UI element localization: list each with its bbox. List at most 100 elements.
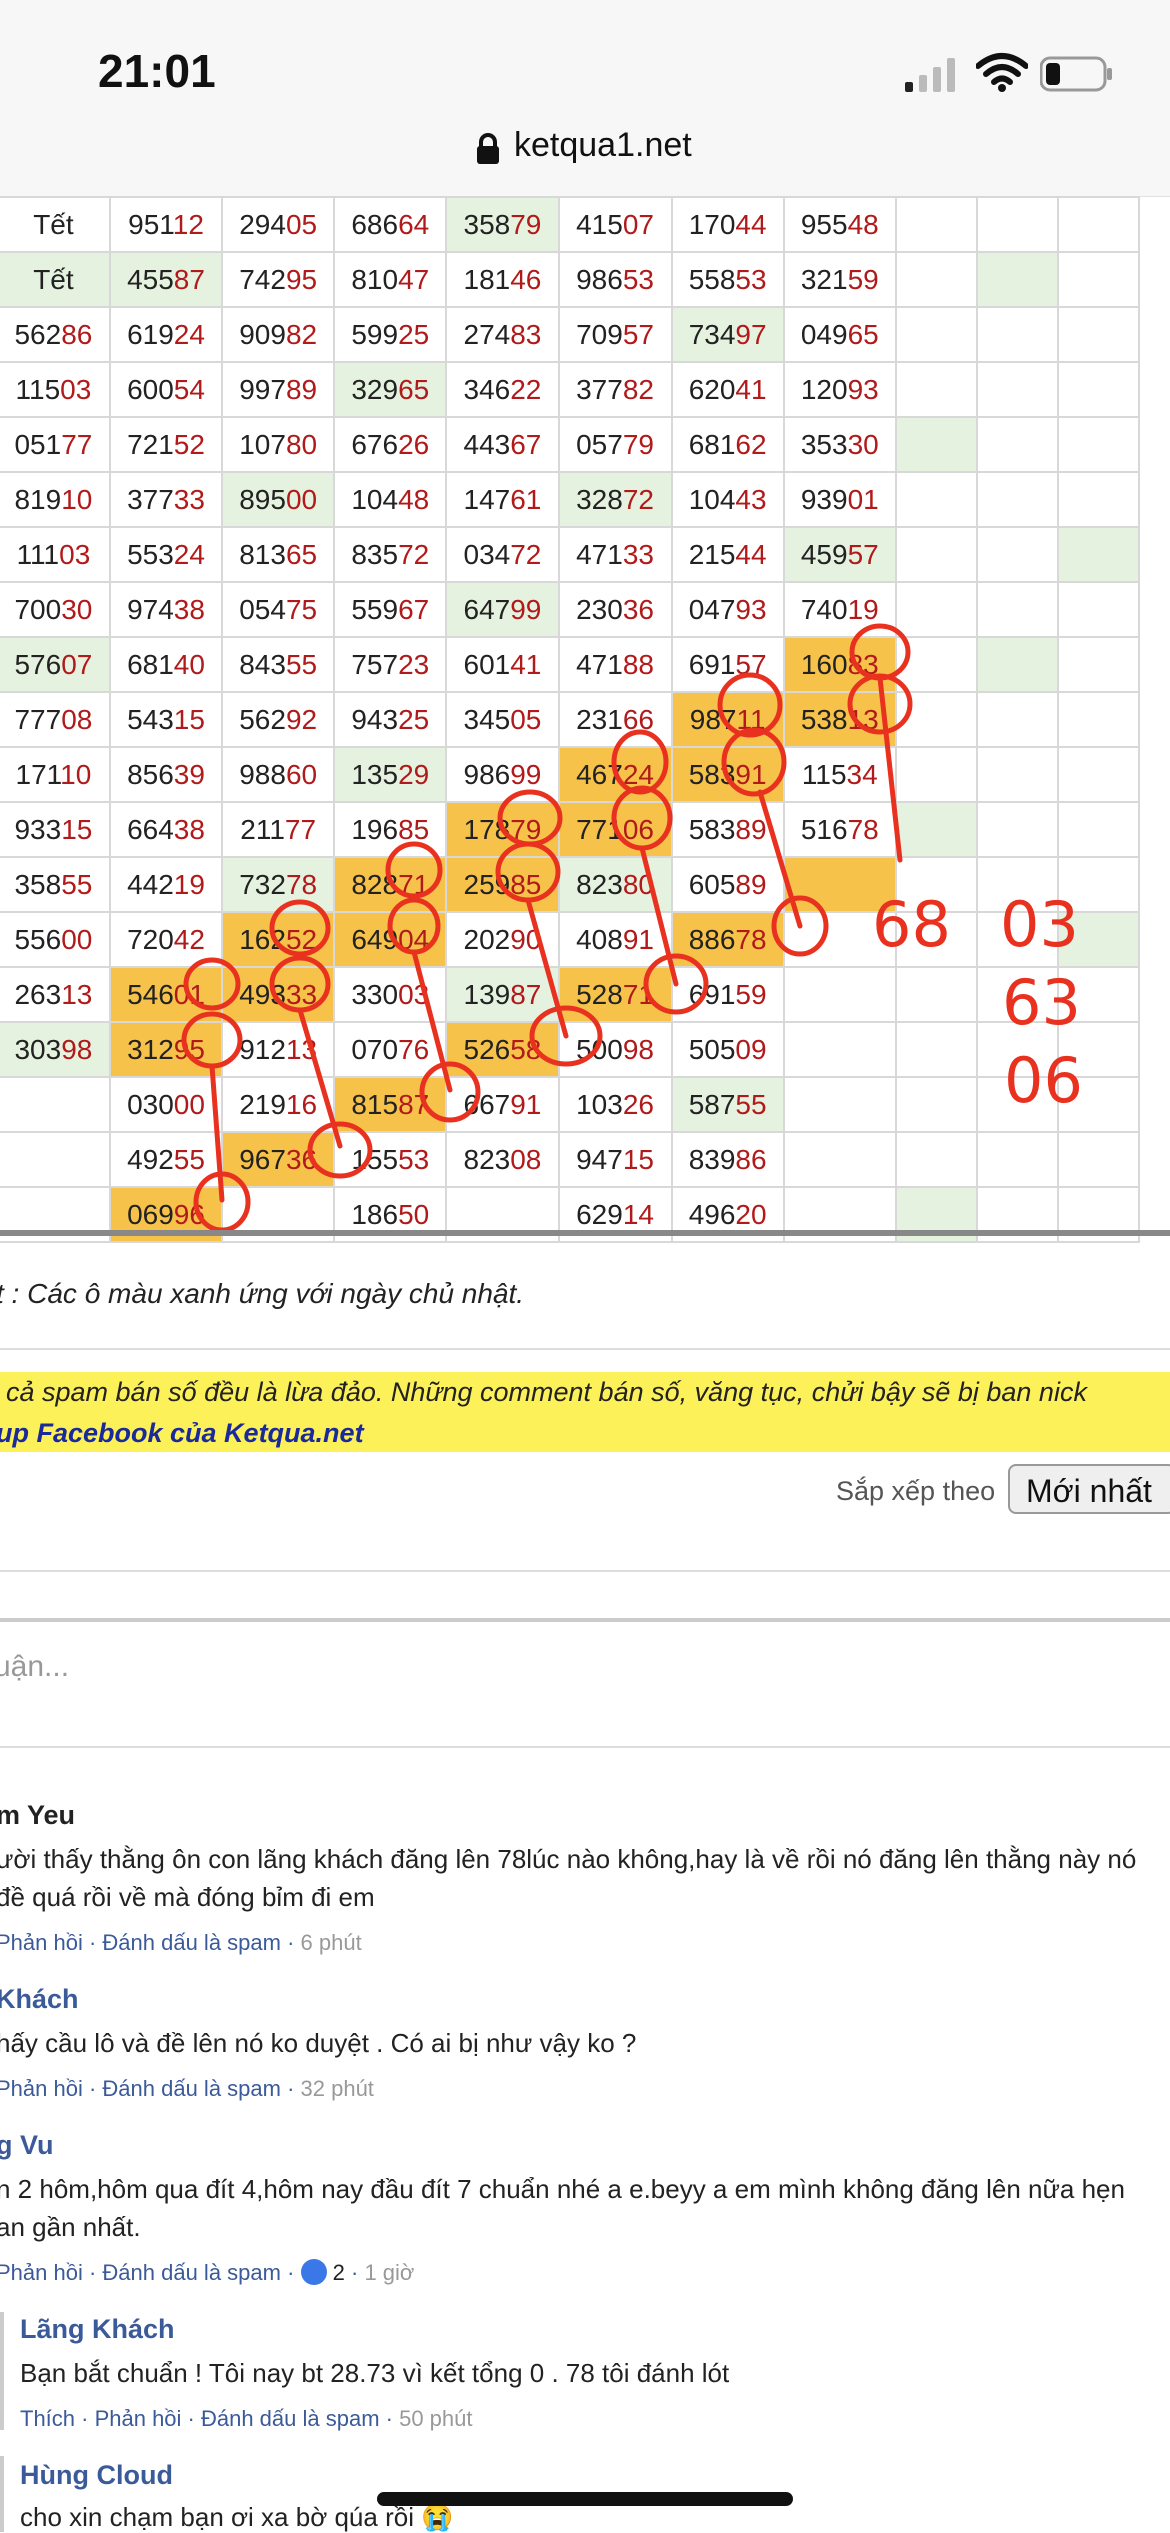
table-cell <box>894 1131 978 1188</box>
table-cell <box>782 1131 897 1188</box>
table-cell: 93901 <box>782 471 897 528</box>
facebook-group-link[interactable]: up Facebook của Ketqua.net <box>0 1418 364 1449</box>
reply-time: 50 phút <box>399 2406 473 2431</box>
table-cell <box>894 801 978 858</box>
table-cell: 97438 <box>108 581 224 638</box>
table-cell: 73497 <box>670 306 785 363</box>
table-row: 30398 31295 91213 07076 52658 50098 50509 <box>0 1021 1141 1078</box>
table-row: 77708 54315 56292 94325 34505 23166 98711 53813 <box>0 691 1141 748</box>
table-cell <box>0 1131 111 1188</box>
table-cell: 82380 <box>557 856 673 913</box>
table-cell: 62041 <box>670 361 785 418</box>
comment-time: 6 phút <box>300 1930 362 1955</box>
table-cell: 53813 <box>782 691 897 748</box>
table-cell: 57607 <box>0 636 111 693</box>
table-cell: 32965 <box>333 361 448 418</box>
table-cell: 99789 <box>221 361 336 418</box>
divider <box>0 1348 1170 1350</box>
table-cell <box>894 691 978 748</box>
lock-icon <box>477 133 499 164</box>
sort-label: Sắp xếp theo <box>836 1476 996 1506</box>
comment-actions[interactable]: Phản hồi · Đánh dấu là spam · 32 phút <box>0 2076 374 2102</box>
table-cell: 51678 <box>782 801 897 858</box>
comment-author[interactable]: g Vu <box>0 2130 54 2161</box>
table-cell: 68140 <box>108 636 224 693</box>
svg-text:63: 63 <box>1002 966 1081 1039</box>
table-cell: 16083 <box>782 636 897 693</box>
table-cell: 03000 <box>108 1076 224 1133</box>
table-cell <box>894 1076 978 1133</box>
comment-author[interactable]: m Yeu <box>0 1800 75 1831</box>
table-cell <box>975 801 1059 858</box>
table-cell: 25985 <box>445 856 560 913</box>
table-cell: 61924 <box>108 306 224 363</box>
signal-icon <box>905 58 955 92</box>
home-indicator[interactable] <box>377 2492 793 2506</box>
table-cell <box>894 306 978 363</box>
table-cell <box>894 581 978 638</box>
table-cell: 66791 <box>445 1076 560 1133</box>
table-cell: 74295 <box>221 251 336 308</box>
comment-input[interactable]: uận... <box>0 1650 69 1684</box>
table-row: 81910 37733 89500 10448 14761 32872 10443 93901 <box>0 471 1141 528</box>
table-cell <box>1056 416 1141 473</box>
table-cell: 58755 <box>670 1076 785 1133</box>
table-row: 26313 54601 49333 33003 13987 52871 69159 <box>0 966 1141 1023</box>
table-cell: 55600 <box>0 911 111 968</box>
divider <box>0 1570 1170 1572</box>
table-cell: 04793 <box>670 581 785 638</box>
table-cell: 94715 <box>557 1131 673 1188</box>
table-cell: 13529 <box>333 746 448 803</box>
table-cell <box>975 471 1059 528</box>
reply-author[interactable]: Lãng Khách <box>20 2314 175 2345</box>
table-cell: 17110 <box>0 746 111 803</box>
like-count: 2 <box>332 2260 345 2285</box>
table-cell: 81910 <box>0 471 111 528</box>
table-cell: 68162 <box>670 416 785 473</box>
table-cell: 83572 <box>333 526 448 583</box>
comment-author[interactable]: Khách <box>0 1984 79 2015</box>
table-cell: 82308 <box>445 1131 560 1188</box>
table-cell: 95112 <box>108 196 224 253</box>
sort-select[interactable]: Mới nhất <box>1008 1464 1170 1514</box>
table-cell: 05779 <box>557 416 673 473</box>
reply-author[interactable]: Hùng Cloud <box>20 2460 173 2491</box>
table-cell <box>894 251 978 308</box>
wifi-icon <box>976 53 1028 92</box>
lottery-table: Tết 95112 29405 68664 35879 41507 17044 95548 Tế… <box>0 196 1141 1243</box>
table-row: 93315 66438 21177 19685 17879 77106 58389 51678 <box>0 801 1141 858</box>
table-cell: 98653 <box>557 251 673 308</box>
table-cell: 20290 <box>445 911 560 968</box>
table-cell: 66438 <box>108 801 224 858</box>
table-cell: 95548 <box>782 196 897 253</box>
url-text[interactable]: ketqua1.net <box>514 126 692 165</box>
table-cell: 14761 <box>445 471 560 528</box>
reply-actions[interactable]: Thích · Phản hồi · Đánh dấu là spam · 50… <box>20 2406 473 2432</box>
comment-actions[interactable]: Phản hồi · Đánh dấu là spam · 2 · 1 giờ <box>0 2259 414 2287</box>
table-cell <box>894 636 978 693</box>
annotation-right: 03 63 06 <box>1000 888 1083 1117</box>
table-cell: 35855 <box>0 856 111 913</box>
table-cell <box>782 1076 897 1133</box>
table-cell: 69157 <box>670 636 785 693</box>
reply-text: Bạn bắt chuẩn ! Tôi nay bt 28.73 vì kết … <box>20 2358 730 2388</box>
table-cell: 49255 <box>108 1131 224 1188</box>
comment-actions[interactable]: Phản hồi · Đánh dấu là spam · 6 phút <box>0 1930 362 1956</box>
table-cell: 17879 <box>445 801 560 858</box>
table-row: 03000 21916 81587 66791 10326 58755 <box>0 1076 1141 1133</box>
table-cell: 54601 <box>108 966 224 1023</box>
divider <box>0 1746 1170 1748</box>
table-cell: 21916 <box>221 1076 336 1133</box>
table-cell <box>1056 746 1141 803</box>
table-cell: 07076 <box>333 1021 448 1078</box>
table-cell <box>975 1131 1059 1188</box>
table-cell <box>1056 1131 1141 1188</box>
table-row: 70030 97438 05475 55967 64799 23036 04793 74019 <box>0 581 1141 638</box>
table-cell: 77708 <box>0 691 111 748</box>
table-cell: 81587 <box>333 1076 448 1133</box>
table-cell: 10448 <box>333 471 448 528</box>
table-cell: 05475 <box>221 581 336 638</box>
reply-thread-line <box>0 2312 4 2430</box>
table-cell <box>1056 361 1141 418</box>
table-cell <box>1056 471 1141 528</box>
